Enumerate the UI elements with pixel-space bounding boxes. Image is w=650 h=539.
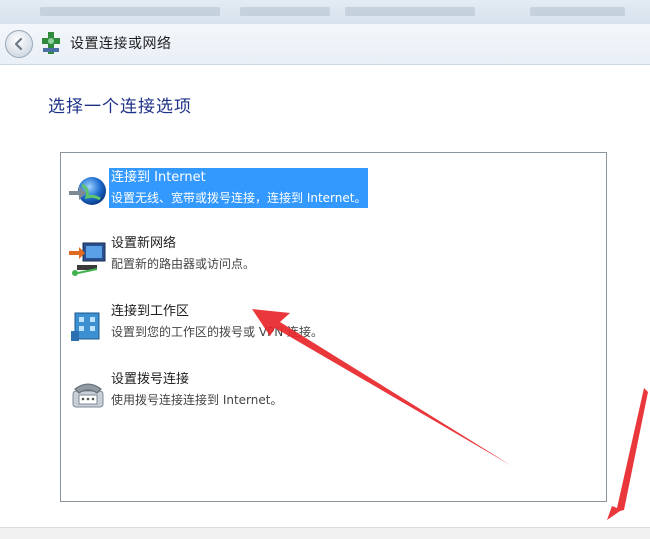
new-network-icon (69, 242, 106, 276)
back-arrow-icon (14, 37, 23, 51)
connection-options-list: 连接到 Internet 设置无线、宽带或拨号连接，连接到 Internet。 … (60, 152, 607, 502)
option-dialup[interactable]: 设置拨号连接 使用拨号连接连接到 Internet。 (61, 367, 461, 419)
annotation-arrow (607, 388, 648, 520)
option-description: 使用拨号连接连接到 Internet。 (111, 393, 283, 407)
window-top-strip (0, 0, 650, 25)
option-connect-workplace[interactable]: 连接到工作区 设置到您的工作区的拨号或 VPN 连接。 (61, 299, 461, 351)
blurred-text (40, 7, 220, 16)
dialup-phone-icon (72, 383, 104, 408)
option-description: 配置新的路由器或访问点。 (111, 257, 256, 271)
option-title: 连接到工作区 (111, 304, 190, 319)
window-title: 设置连接或网络 (70, 36, 172, 52)
option-description: 设置无线、宽带或拨号连接，连接到 Internet。 (109, 188, 369, 208)
navigation-bar: 设置连接或网络 (0, 24, 650, 65)
blurred-text (345, 7, 475, 16)
option-new-network[interactable]: 设置新网络 配置新的路由器或访问点。 (61, 231, 461, 283)
option-title: 连接到 Internet (109, 168, 369, 188)
back-button[interactable] (5, 30, 33, 58)
option-description: 设置到您的工作区的拨号或 VPN 连接。 (111, 325, 324, 339)
option-connect-internet[interactable]: 连接到 Internet 设置无线、宽带或拨号连接，连接到 Internet。 (61, 165, 461, 217)
globe-connect-icon (69, 177, 106, 205)
blurred-text (240, 7, 330, 16)
workplace-icon (71, 312, 100, 341)
blurred-text (530, 7, 625, 16)
option-title: 设置拨号连接 (111, 372, 190, 387)
network-wizard-icon (42, 32, 60, 54)
option-title: 设置新网络 (111, 236, 177, 251)
page-heading: 选择一个连接选项 (48, 97, 192, 117)
bottom-button-area (0, 527, 650, 539)
